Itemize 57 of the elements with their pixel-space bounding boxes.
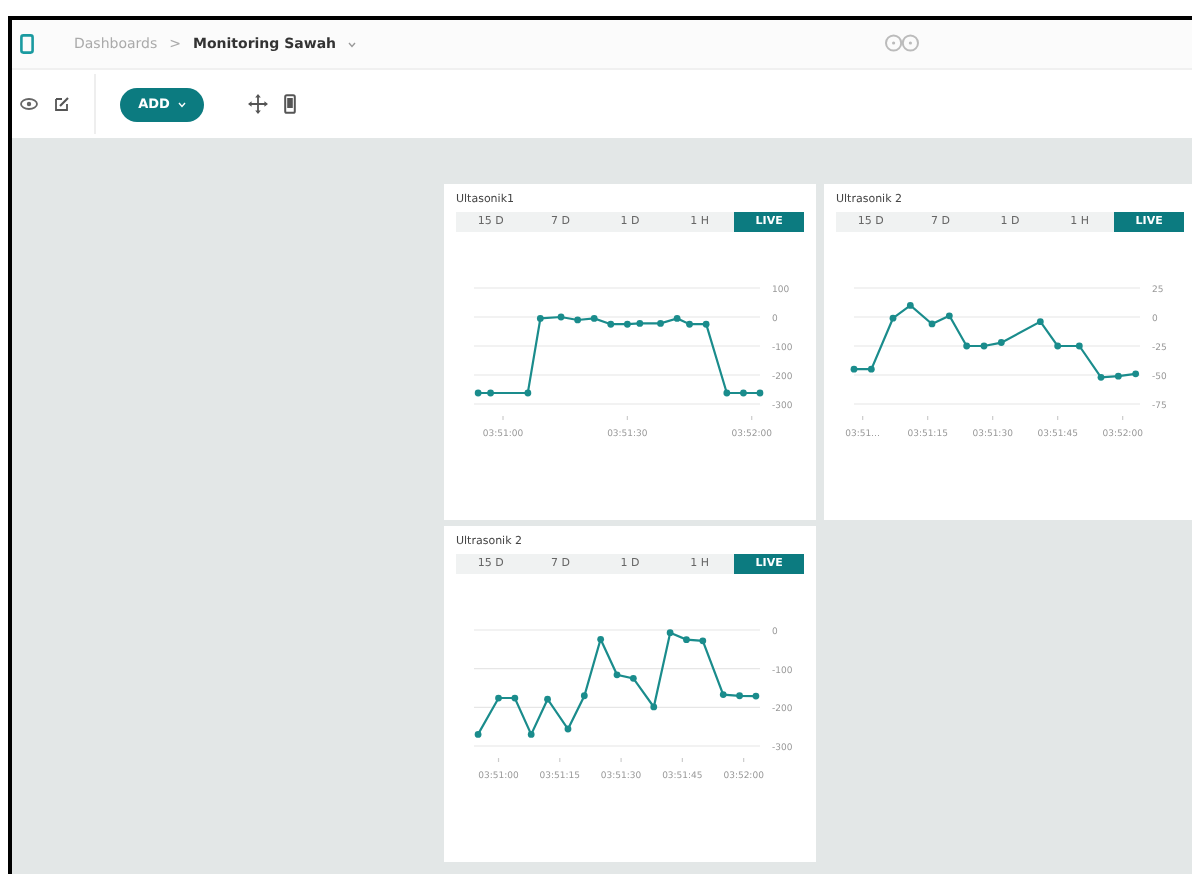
- data-point: [544, 695, 551, 703]
- data-point: [702, 320, 710, 328]
- data-point: [683, 636, 690, 644]
- data-point: [557, 313, 565, 321]
- data-point: [1054, 342, 1062, 350]
- data-point: [650, 703, 658, 711]
- data-point: [536, 315, 544, 322]
- data-point: [607, 320, 615, 328]
- data-point: [1075, 342, 1083, 350]
- data-point: [963, 342, 971, 350]
- data-point: [945, 312, 953, 320]
- data-point: [474, 389, 482, 397]
- data-point: [867, 365, 875, 373]
- data-point: [850, 365, 858, 373]
- phone-icon[interactable]: [284, 94, 296, 114]
- data-point: [906, 302, 914, 309]
- data-point: [666, 629, 674, 637]
- data-point: [889, 314, 897, 322]
- logo-icon[interactable]: [20, 34, 34, 54]
- edit-icon[interactable]: [54, 96, 70, 112]
- data-point: [511, 694, 519, 702]
- data-point: [736, 692, 743, 700]
- data-point: [756, 389, 764, 397]
- eye-icon[interactable]: [20, 98, 38, 110]
- move-icon[interactable]: [248, 94, 268, 114]
- data-point: [564, 725, 572, 733]
- data-point: [723, 389, 731, 397]
- data-point: [657, 320, 664, 327]
- data-point: [928, 320, 936, 328]
- data-point: [719, 691, 727, 698]
- data-point: [590, 315, 598, 322]
- data-point: [527, 731, 535, 738]
- data-point: [1097, 373, 1105, 381]
- data-point: [752, 692, 760, 700]
- data-point: [636, 320, 644, 327]
- caret-icon: [177, 101, 186, 107]
- data-point: [574, 316, 581, 324]
- data-point: [740, 389, 747, 397]
- data-point: [1114, 372, 1122, 380]
- data-point: [487, 389, 494, 397]
- data-point: [613, 671, 621, 679]
- data-point: [495, 694, 502, 702]
- data-point: [673, 315, 681, 322]
- data-point: [1036, 318, 1044, 326]
- infinity-logo-icon: [884, 34, 920, 52]
- data-point: [597, 635, 605, 643]
- data-point: [1132, 370, 1140, 378]
- data-point: [699, 637, 707, 645]
- data-point: [629, 674, 637, 682]
- data-point: [980, 342, 988, 350]
- data-point: [686, 320, 693, 328]
- data-point: [524, 389, 532, 397]
- data-point: [474, 731, 482, 738]
- caret-icon[interactable]: [348, 41, 357, 47]
- data-point: [997, 339, 1005, 346]
- data-point: [580, 692, 588, 700]
- data-point: [623, 320, 631, 328]
